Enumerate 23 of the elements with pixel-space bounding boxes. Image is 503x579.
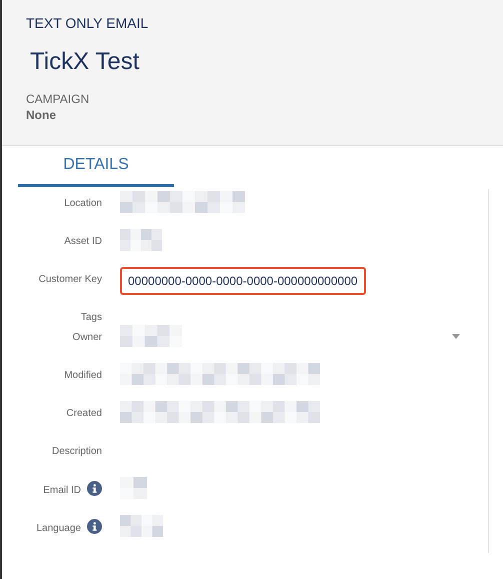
details-tab[interactable]: DETAILS: [18, 146, 174, 187]
field-label: Owner: [72, 332, 102, 343]
info-icon[interactable]: [87, 519, 102, 534]
field-label: Tags: [80, 312, 102, 323]
field-label: Language: [36, 522, 81, 534]
caret-icon[interactable]: [452, 334, 460, 338]
info-icon[interactable]: [87, 481, 102, 496]
field-label: Location: [64, 198, 102, 209]
field-label: Email ID: [43, 484, 81, 496]
redacted-value: [120, 515, 163, 537]
asset-title: TickX Test: [30, 48, 140, 76]
campaign-label: CAMPAIGN: [26, 92, 90, 106]
field-label: Description: [52, 446, 102, 457]
campaign-value: None: [26, 108, 57, 122]
field-label: Created: [66, 408, 102, 419]
asset-type-label: TEXT ONLY EMAIL: [26, 15, 150, 31]
redacted-value: [120, 229, 162, 251]
field-label: Modified: [64, 370, 102, 381]
field-label: Asset ID: [64, 236, 102, 247]
field-label: Customer Key: [38, 274, 102, 285]
customer-key-value: 00000000-0000-0000-0000-000000000000: [120, 267, 366, 295]
redacted-value: [120, 325, 182, 347]
redacted-value: [120, 477, 147, 499]
